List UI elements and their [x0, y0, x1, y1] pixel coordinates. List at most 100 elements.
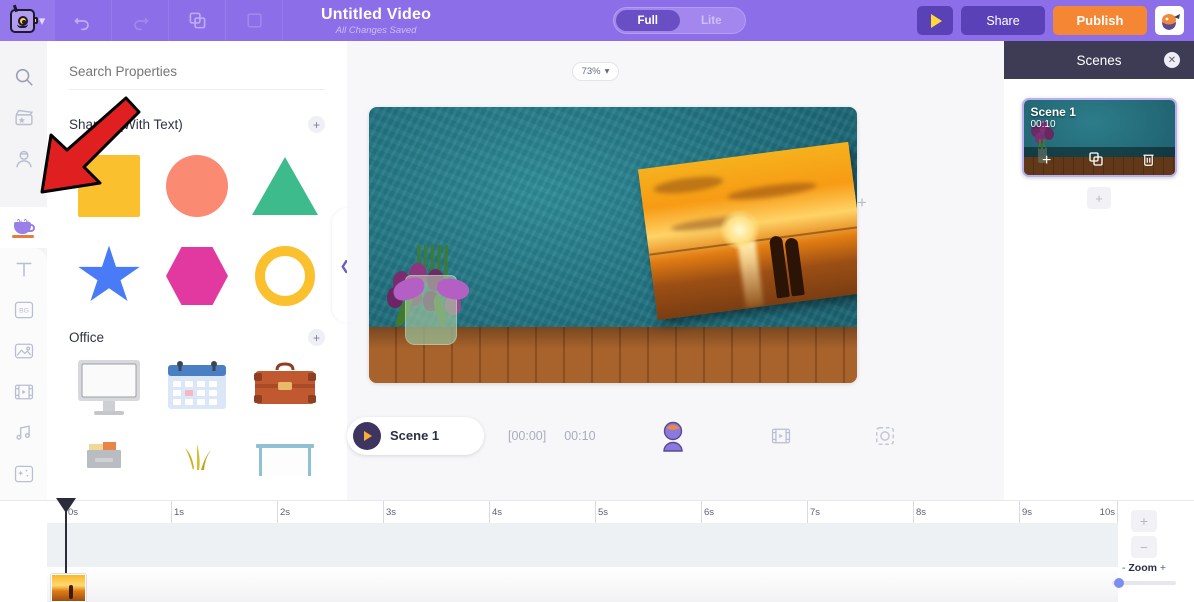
focus-icon: [874, 425, 896, 447]
star-shape[interactable]: [77, 246, 141, 307]
preview-play-button[interactable]: [917, 6, 953, 35]
briefcase-prop[interactable]: [251, 358, 319, 420]
office-item[interactable]: [241, 358, 329, 426]
sidebar-item-background[interactable]: BG: [0, 289, 47, 330]
office-item[interactable]: [153, 436, 241, 500]
timeline-track-secondary[interactable]: [47, 567, 1118, 602]
text-icon: [13, 258, 35, 280]
office-item[interactable]: [153, 358, 241, 426]
shape-item[interactable]: [65, 147, 153, 225]
share-button[interactable]: Share: [961, 6, 1045, 35]
mode-toggle[interactable]: Full Lite: [613, 7, 746, 34]
file-box-prop[interactable]: [75, 436, 143, 476]
play-icon[interactable]: [353, 422, 381, 450]
sunset-clip-thumbnail: [52, 575, 85, 601]
calendar-prop[interactable]: [163, 358, 231, 420]
sidebar-item-images[interactable]: [0, 330, 47, 371]
logo-area[interactable]: ▾: [0, 0, 55, 41]
zoom-plus-label[interactable]: +: [1160, 562, 1166, 574]
zoom-slider[interactable]: [1112, 581, 1176, 585]
hexagon-shape[interactable]: [166, 247, 228, 305]
video-icon: [770, 425, 792, 447]
search-input[interactable]: [69, 64, 325, 90]
plus-icon[interactable]: +: [1042, 153, 1051, 169]
canvas-add-element-button[interactable]: +: [857, 193, 867, 213]
timeline-tick: 9s: [1019, 501, 1032, 523]
timeline-clip-thumbnail[interactable]: [50, 573, 87, 602]
timeline-tick: 2s: [277, 501, 290, 523]
sunset-photo-object[interactable]: [638, 142, 857, 320]
office-item[interactable]: [241, 436, 329, 500]
minus-icon: −: [1140, 539, 1148, 555]
scene-focus-button[interactable]: [874, 425, 896, 447]
scene-character-button[interactable]: [656, 419, 690, 453]
sidebar-item-characters[interactable]: [0, 138, 47, 179]
tulips-vase-object[interactable]: [383, 257, 479, 345]
add-scene-button[interactable]: +: [1087, 187, 1111, 209]
duplicate-icon[interactable]: [1088, 151, 1104, 172]
publish-button[interactable]: Publish: [1053, 6, 1147, 35]
tab-lite[interactable]: Lite: [680, 10, 744, 31]
timeline: 0s 1s 2s 3s 4s 5s 6s 7s 8s 9s 10s + − - …: [0, 500, 1194, 602]
chevron-down-icon[interactable]: ▾: [39, 14, 46, 27]
close-icon[interactable]: ✕: [1164, 52, 1180, 68]
scene-play-pill[interactable]: Scene 1: [347, 417, 484, 455]
app-header: ▾ Untitled Video All Changes Saved Full …: [0, 0, 1194, 41]
page-title[interactable]: Untitled Video: [321, 6, 431, 24]
shape-item[interactable]: [241, 147, 329, 225]
plant-prop[interactable]: [163, 436, 231, 476]
sidebar-item-music[interactable]: [0, 412, 47, 453]
ribbon-bow: [393, 279, 469, 301]
user-avatar-icon[interactable]: [1155, 6, 1184, 35]
video-icon: [13, 381, 35, 403]
timeline-ruler[interactable]: 0s 1s 2s 3s 4s 5s 6s 7s 8s 9s 10s: [47, 501, 1118, 523]
sidebar-item-props[interactable]: ∿∿: [0, 207, 47, 248]
paste-icon[interactable]: [226, 0, 283, 41]
zoom-slider-knob[interactable]: [1114, 578, 1124, 588]
scene-video-button[interactable]: [770, 425, 792, 447]
sidebar-item-text[interactable]: [0, 248, 47, 289]
square-shape[interactable]: [78, 155, 140, 217]
sidebar-item-effects[interactable]: [0, 453, 47, 494]
triangle-shape[interactable]: [252, 157, 318, 215]
zoom-out-button[interactable]: −: [1131, 536, 1157, 558]
props-cup-icon: ∿∿: [12, 218, 36, 238]
office-item[interactable]: [65, 358, 153, 426]
ring-shape[interactable]: [255, 246, 315, 306]
desk-prop[interactable]: [251, 436, 319, 476]
trash-icon[interactable]: [1141, 151, 1156, 172]
shape-item[interactable]: [241, 237, 329, 315]
search-row: [47, 41, 347, 90]
timeline-track-primary[interactable]: [47, 523, 1118, 567]
plus-icon[interactable]: +: [308, 329, 325, 346]
sidebar-item-search[interactable]: [0, 56, 47, 97]
character-icon: [656, 419, 690, 453]
tab-full[interactable]: Full: [616, 10, 680, 31]
plus-icon[interactable]: +: [308, 116, 325, 133]
scene-control-bar: Scene 1 [00:00] 00:10: [347, 412, 1004, 459]
sidebar-item-scenes[interactable]: [0, 97, 47, 138]
undo-icon[interactable]: [55, 0, 112, 41]
office-grid: [47, 346, 347, 500]
scene-name-label: Scene 1: [390, 428, 439, 443]
shape-item[interactable]: [153, 237, 241, 315]
redo-icon[interactable]: [112, 0, 169, 41]
zoom-in-button[interactable]: +: [1131, 510, 1157, 532]
scene-card[interactable]: Scene 1 00:10 +: [1022, 98, 1177, 177]
sidebar-item-video[interactable]: [0, 371, 47, 412]
office-item[interactable]: [65, 436, 153, 500]
zoom-level-label: 73%: [582, 66, 601, 77]
copy-icon[interactable]: [169, 0, 226, 41]
monitor-prop[interactable]: [75, 358, 143, 420]
timeline-tick: 5s: [595, 501, 608, 523]
canvas-zoom-selector[interactable]: 73% ▾: [572, 62, 619, 81]
circle-shape[interactable]: [166, 155, 228, 217]
shape-item[interactable]: [65, 237, 153, 315]
mascot-logo-icon[interactable]: [10, 9, 35, 33]
scenes-panel: Scenes ✕ Scene 1 00:10 +: [1004, 41, 1194, 500]
timeline-zoom-controls: + − - Zoom +: [1104, 510, 1184, 585]
shape-item[interactable]: [153, 147, 241, 225]
zoom-minus-label[interactable]: -: [1122, 562, 1126, 574]
save-status: All Changes Saved: [321, 25, 431, 36]
canvas-stage[interactable]: [369, 107, 857, 383]
